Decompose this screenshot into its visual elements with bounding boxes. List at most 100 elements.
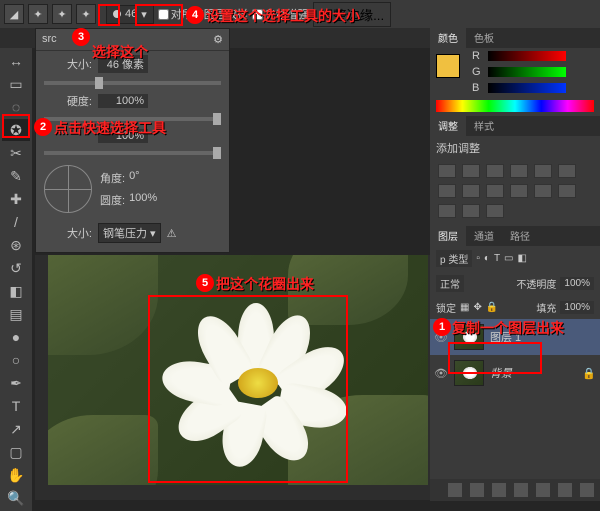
size-slider[interactable] bbox=[44, 81, 221, 85]
curves-icon[interactable] bbox=[486, 164, 504, 178]
layer-row[interactable]: 👁 背景 🔒 bbox=[430, 355, 600, 391]
spacing-slider[interactable] bbox=[44, 151, 221, 155]
brush-size-picker[interactable]: 46 ▾ bbox=[106, 5, 154, 24]
lotus-flower bbox=[168, 303, 348, 463]
channel-mixer-icon[interactable] bbox=[486, 184, 504, 198]
history-brush-tool[interactable]: ↺ bbox=[2, 257, 30, 279]
filter-shape-icon[interactable]: ▭ bbox=[504, 253, 513, 264]
posterize-icon[interactable] bbox=[558, 184, 576, 198]
tab-swatches[interactable]: 色板 bbox=[466, 27, 502, 48]
warning-icon: ⚠ bbox=[167, 227, 177, 240]
blend-mode-select[interactable]: 正常 bbox=[436, 275, 464, 292]
layer-fx-icon[interactable] bbox=[470, 483, 484, 497]
type-tool[interactable]: T bbox=[2, 395, 30, 417]
filter-text-icon[interactable]: T bbox=[494, 253, 500, 264]
hue-icon[interactable] bbox=[558, 164, 576, 178]
move-tool[interactable]: ↔ bbox=[2, 50, 30, 72]
layer-thumbnail[interactable] bbox=[454, 360, 484, 386]
invert-icon[interactable] bbox=[534, 184, 552, 198]
filter-smart-icon[interactable]: ◧ bbox=[518, 253, 527, 264]
eyedropper-tool[interactable]: ✎ bbox=[2, 165, 30, 187]
new-adjustment-icon[interactable] bbox=[514, 483, 528, 497]
toolbox: ↔ ▭ ◌ ✪ ✂ ✎ ✚ / ⊛ ↺ ◧ ▤ ● ○ ✒ T ↗ ▢ ✋ 🔍 bbox=[0, 48, 32, 511]
color-panel: R G B bbox=[430, 48, 600, 100]
new-group-icon[interactable] bbox=[536, 483, 550, 497]
vibrance-icon[interactable] bbox=[534, 164, 552, 178]
gradient-tool[interactable]: ▤ bbox=[2, 303, 30, 325]
tab-styles[interactable]: 样式 bbox=[466, 115, 502, 136]
annotation-label-1: 复制一个图层出来 bbox=[452, 318, 564, 338]
hand-tool[interactable]: ✋ bbox=[2, 464, 30, 486]
healing-tool[interactable]: ✚ bbox=[2, 188, 30, 210]
link-layers-icon[interactable] bbox=[448, 483, 462, 497]
adjustments-panel: 添加调整 bbox=[430, 136, 600, 226]
hue-strip[interactable] bbox=[436, 100, 594, 112]
subtract-selection-mode[interactable]: ✦ bbox=[76, 4, 96, 24]
lock-position-icon[interactable]: ✥ bbox=[473, 302, 481, 313]
new-layer-icon[interactable] bbox=[558, 483, 572, 497]
brush-tool[interactable]: / bbox=[2, 211, 30, 233]
photo-filter-icon[interactable] bbox=[462, 184, 480, 198]
gradient-map-icon[interactable] bbox=[462, 204, 480, 218]
selective-color-icon[interactable] bbox=[486, 204, 504, 218]
tab-channels[interactable]: 通道 bbox=[466, 225, 502, 246]
delete-layer-icon[interactable] bbox=[580, 483, 594, 497]
layer-name[interactable]: 背景 bbox=[490, 365, 512, 381]
r-slider[interactable] bbox=[488, 51, 566, 61]
bw-icon[interactable] bbox=[438, 184, 456, 198]
annotation-num-4: 4 bbox=[186, 6, 204, 24]
fill-value[interactable]: 100% bbox=[560, 301, 594, 314]
new-selection-mode[interactable]: ✦ bbox=[28, 4, 48, 24]
pen-tool[interactable]: ✒ bbox=[2, 372, 30, 394]
threshold-icon[interactable] bbox=[438, 204, 456, 218]
dynamics-select[interactable]: 钢笔压力 ▾ bbox=[98, 223, 161, 243]
roundness-input[interactable]: 100% bbox=[129, 192, 169, 208]
panel-tab[interactable]: src bbox=[42, 33, 57, 46]
marquee-tool[interactable]: ▭ bbox=[2, 73, 30, 95]
filter-pixel-icon[interactable]: ▫ bbox=[476, 253, 480, 264]
tab-adjust[interactable]: 调整 bbox=[430, 115, 466, 136]
lock-pixels-icon[interactable]: ▦ bbox=[460, 302, 469, 313]
zoom-tool[interactable]: 🔍 bbox=[2, 487, 30, 509]
adjust-title: 添加调整 bbox=[436, 140, 594, 156]
annotation-label-5: 把这个花圈出来 bbox=[216, 274, 314, 294]
b-slider[interactable] bbox=[488, 83, 566, 93]
dynamics-label: 大小: bbox=[44, 225, 92, 241]
brightness-icon[interactable] bbox=[438, 164, 456, 178]
g-slider[interactable] bbox=[488, 67, 566, 77]
path-tool[interactable]: ↗ bbox=[2, 418, 30, 440]
filter-adjust-icon[interactable]: ◐ bbox=[484, 253, 490, 264]
exposure-icon[interactable] bbox=[510, 164, 528, 178]
roundness-label: 圆度: bbox=[100, 192, 125, 208]
hardness-input[interactable]: 100% bbox=[98, 94, 148, 108]
layer-mask-icon[interactable] bbox=[492, 483, 506, 497]
opacity-value[interactable]: 100% bbox=[560, 277, 594, 290]
dodge-tool[interactable]: ○ bbox=[2, 349, 30, 371]
brush-size-value: 46 bbox=[125, 8, 137, 20]
shape-tool[interactable]: ▢ bbox=[2, 441, 30, 463]
lock-icon: 🔒 bbox=[582, 367, 596, 380]
annotation-num-2: 2 bbox=[34, 118, 52, 136]
layer-filter-type[interactable]: p 类型 bbox=[436, 250, 472, 267]
foreground-color[interactable] bbox=[436, 54, 460, 78]
tab-color[interactable]: 颜色 bbox=[430, 27, 466, 48]
tab-layers[interactable]: 图层 bbox=[430, 225, 466, 246]
stamp-tool[interactable]: ⊛ bbox=[2, 234, 30, 256]
eraser-tool[interactable]: ◧ bbox=[2, 280, 30, 302]
visibility-icon[interactable]: 👁 bbox=[434, 367, 448, 380]
lut-icon[interactable] bbox=[510, 184, 528, 198]
annotation-num-3: 3 bbox=[72, 28, 90, 46]
blur-tool[interactable]: ● bbox=[2, 326, 30, 348]
levels-icon[interactable] bbox=[462, 164, 480, 178]
add-selection-mode[interactable]: ✦ bbox=[52, 4, 72, 24]
annotation-num-5: 5 bbox=[196, 274, 214, 292]
quick-select-tool[interactable]: ✪ bbox=[2, 119, 30, 141]
lasso-tool[interactable]: ◌ bbox=[2, 96, 30, 118]
angle-input[interactable]: 0° bbox=[129, 170, 169, 186]
tab-paths[interactable]: 路径 bbox=[502, 225, 538, 246]
gear-icon[interactable]: ⚙ bbox=[213, 33, 223, 46]
angle-roundness-control[interactable] bbox=[44, 165, 92, 213]
annotation-label-4: 设置这个选择工具的大小 bbox=[206, 6, 360, 26]
lock-all-icon[interactable]: 🔒 bbox=[486, 302, 498, 313]
crop-tool[interactable]: ✂ bbox=[2, 142, 30, 164]
